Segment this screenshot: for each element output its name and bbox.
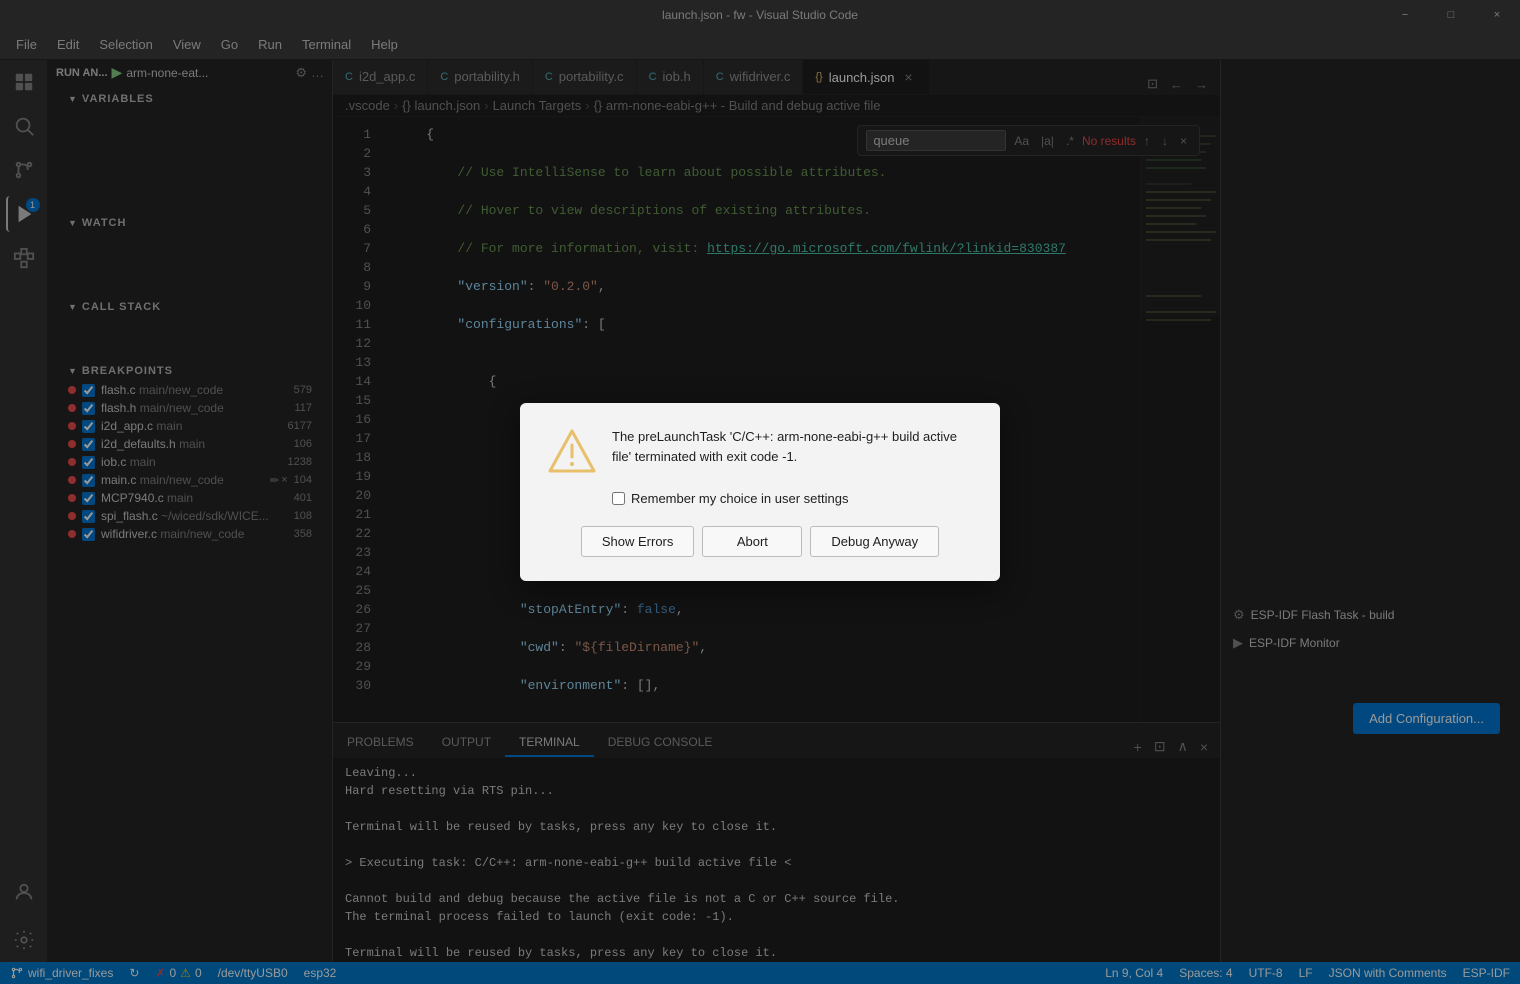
debug-anyway-button[interactable]: Debug Anyway — [810, 526, 939, 557]
modal-checkbox-row: Remember my choice in user settings — [612, 491, 972, 506]
abort-button[interactable]: Abort — [702, 526, 802, 557]
remember-choice-label[interactable]: Remember my choice in user settings — [631, 491, 848, 506]
show-errors-button[interactable]: Show Errors — [581, 526, 695, 557]
warning-icon — [548, 427, 596, 475]
modal-buttons: Show Errors Abort Debug Anyway — [548, 526, 972, 557]
modal-message: The preLaunchTask 'C/C++: arm-none-eabi-… — [612, 429, 957, 464]
modal-message-text: The preLaunchTask 'C/C++: arm-none-eabi-… — [612, 427, 972, 466]
modal-overlay: The preLaunchTask 'C/C++: arm-none-eabi-… — [0, 0, 1520, 984]
modal-dialog: The preLaunchTask 'C/C++: arm-none-eabi-… — [520, 403, 1000, 581]
remember-choice-checkbox[interactable] — [612, 492, 625, 505]
modal-header: The preLaunchTask 'C/C++: arm-none-eabi-… — [548, 427, 972, 475]
